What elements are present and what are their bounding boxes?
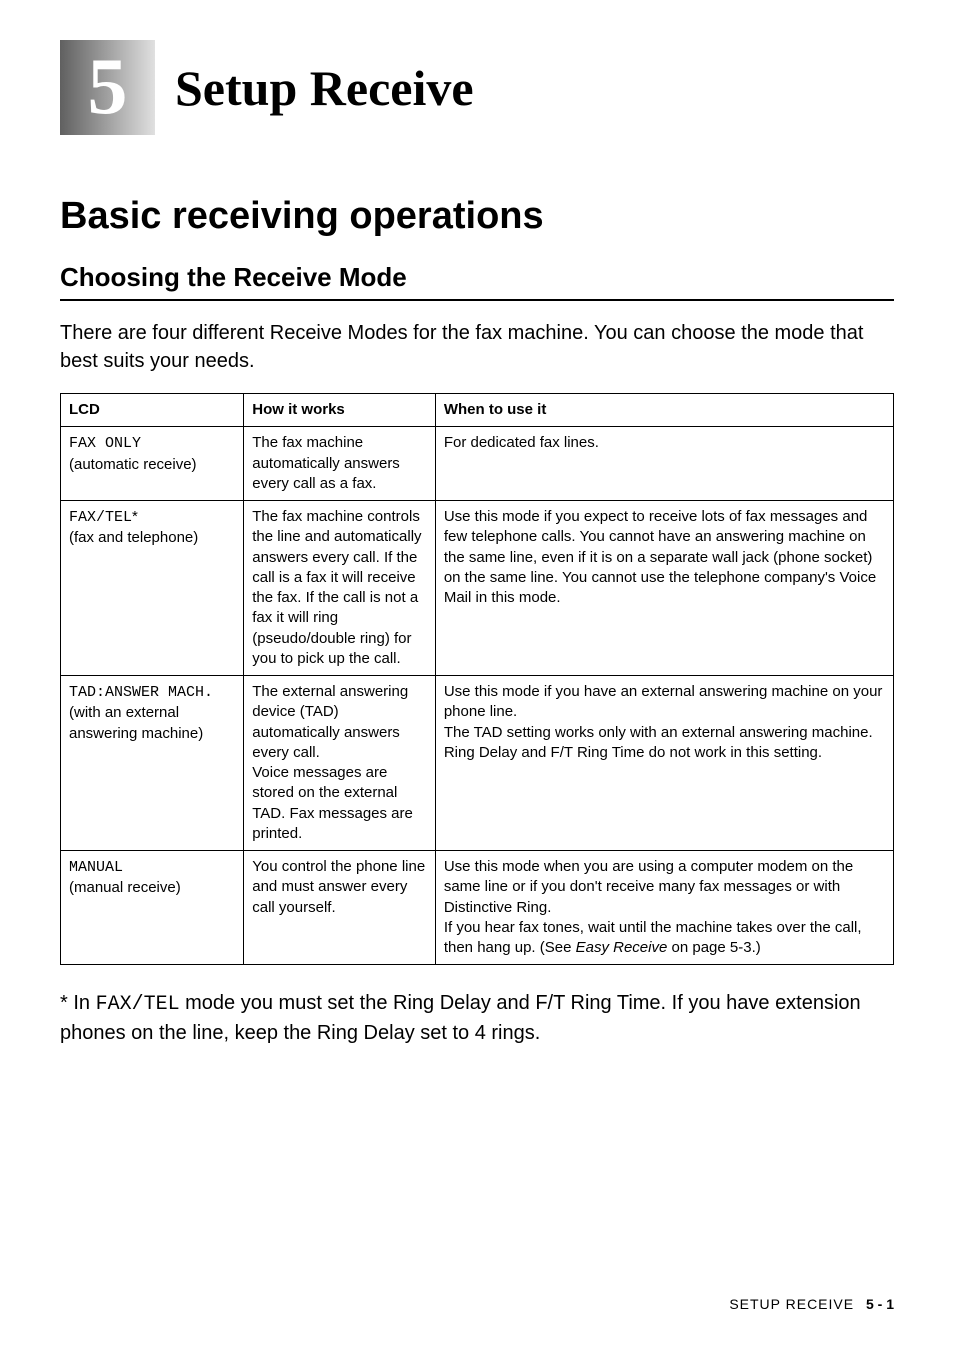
when-cell: Use this mode if you have an external an…	[435, 676, 893, 851]
th-how: How it works	[244, 394, 436, 427]
lcd-sub: (automatic receive)	[69, 456, 197, 473]
table-header-row: LCD How it works When to use it	[61, 394, 894, 427]
subsection-heading: Choosing the Receive Mode	[60, 262, 894, 293]
receive-mode-table: LCD How it works When to use it FAX ONLY…	[60, 393, 894, 965]
lcd-cell: FAX/TEL* (fax and telephone)	[61, 501, 244, 676]
th-lcd: LCD	[61, 394, 244, 427]
when-italic: Easy Receive	[576, 939, 668, 956]
lcd-code: FAX/TEL	[69, 509, 132, 526]
lcd-sub: (manual receive)	[69, 879, 181, 896]
lcd-code: FAX ONLY	[69, 435, 141, 452]
heading-rule	[60, 299, 894, 301]
footer-page-number: 5 - 1	[866, 1296, 894, 1312]
lcd-cell: MANUAL (manual receive)	[61, 851, 244, 965]
section-heading: Basic receiving operations	[60, 195, 894, 238]
chapter-title: Setup Receive	[175, 59, 474, 117]
lcd-code: TAD:ANSWER MACH.	[69, 684, 213, 701]
footnote-pre: * In	[60, 992, 96, 1014]
table-row: TAD:ANSWER MACH. (with an external answe…	[61, 676, 894, 851]
how-cell: The fax machine automatically answers ev…	[244, 427, 436, 501]
lcd-sub: (with an external answering machine)	[69, 704, 203, 741]
when-cell: For dedicated fax lines.	[435, 427, 893, 501]
footnote-post: mode you must set the Ring Delay and F/T…	[60, 992, 861, 1044]
how-cell: The external answering device (TAD) auto…	[244, 676, 436, 851]
footnote-code: FAX/TEL	[96, 993, 180, 1016]
how-cell: You control the phone line and must answ…	[244, 851, 436, 965]
chapter-number: 5	[88, 42, 128, 133]
table-row: FAX ONLY (automatic receive) The fax mac…	[61, 427, 894, 501]
intro-paragraph: There are four different Receive Modes f…	[60, 319, 894, 375]
footnote: * In FAX/TEL mode you must set the Ring …	[60, 989, 894, 1047]
when-cell: Use this mode if you expect to receive l…	[435, 501, 893, 676]
lcd-cell: FAX ONLY (automatic receive)	[61, 427, 244, 501]
footer-label: SETUP RECEIVE	[729, 1296, 854, 1312]
chapter-number-badge: 5	[60, 40, 155, 135]
lcd-star: *	[132, 508, 138, 525]
lcd-sub: (fax and telephone)	[69, 529, 198, 546]
page-footer: SETUP RECEIVE 5 - 1	[729, 1296, 894, 1312]
table-row: FAX/TEL* (fax and telephone) The fax mac…	[61, 501, 894, 676]
when-post: on page 5-3.)	[667, 939, 760, 956]
th-when: When to use it	[435, 394, 893, 427]
when-cell: Use this mode when you are using a compu…	[435, 851, 893, 965]
how-cell: The fax machine controls the line and au…	[244, 501, 436, 676]
chapter-header: 5 Setup Receive	[60, 40, 894, 135]
lcd-code: MANUAL	[69, 859, 123, 876]
lcd-cell: TAD:ANSWER MACH. (with an external answe…	[61, 676, 244, 851]
table-row: MANUAL (manual receive) You control the …	[61, 851, 894, 965]
